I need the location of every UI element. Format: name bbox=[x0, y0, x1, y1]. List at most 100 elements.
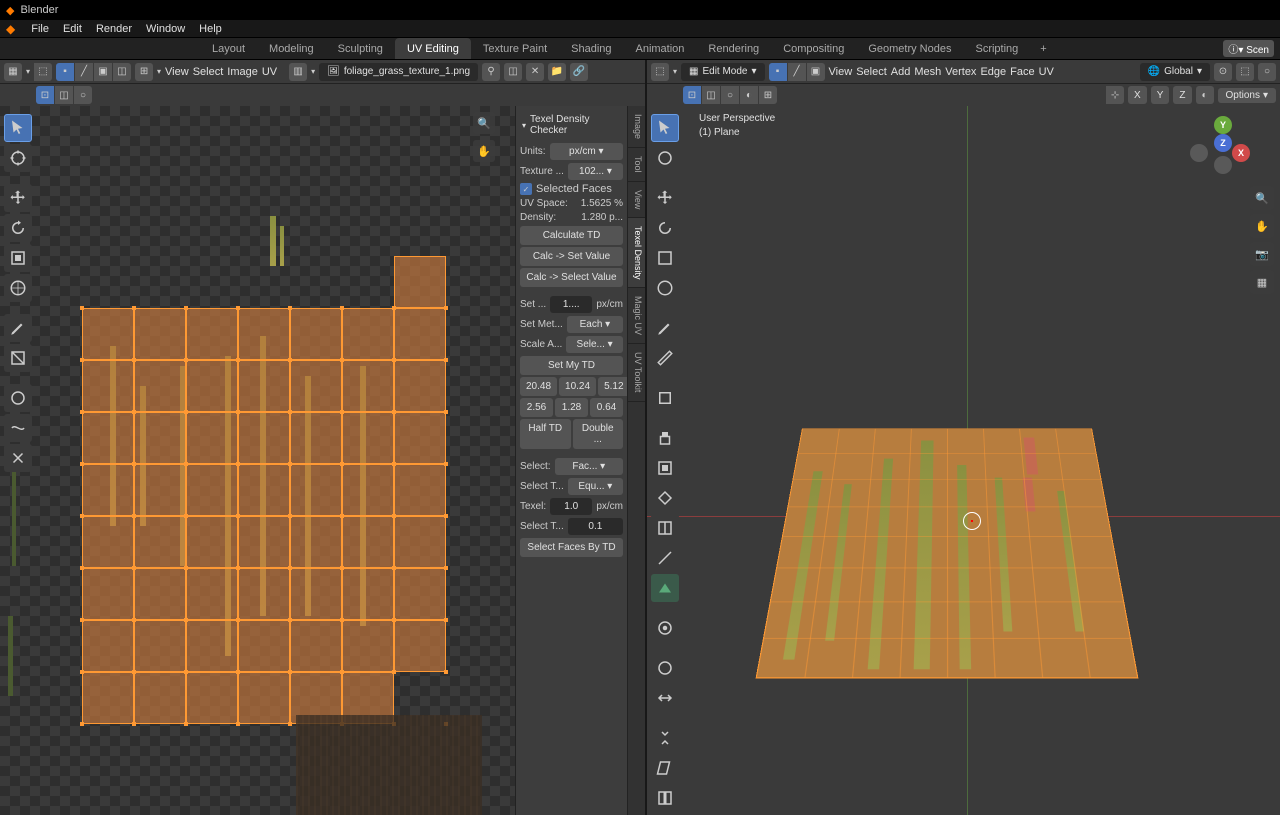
extrude-tool[interactable] bbox=[651, 424, 679, 452]
units-dropdown[interactable]: px/cm ▾ bbox=[550, 143, 623, 160]
texel-value-field[interactable]: 1.0 bbox=[550, 498, 592, 515]
grab-tool[interactable] bbox=[4, 384, 32, 412]
tab-view[interactable]: View bbox=[628, 182, 645, 218]
panel-title[interactable]: ▾ Texel Density Checker bbox=[520, 110, 623, 140]
uv-viewport[interactable]: // generated below bbox=[0, 106, 645, 815]
preset-2-button[interactable]: 2.56 bbox=[520, 398, 553, 417]
menu-window[interactable]: Window bbox=[146, 23, 185, 35]
tab-image[interactable]: Image bbox=[628, 106, 645, 148]
menu-help[interactable]: Help bbox=[199, 23, 222, 35]
add-workspace-button[interactable]: + bbox=[1030, 38, 1056, 59]
editor-type-3d-icon[interactable]: ⬚ bbox=[651, 63, 669, 81]
preset-5-button[interactable]: 5.12 bbox=[598, 377, 629, 396]
tab-sculpting[interactable]: Sculpting bbox=[326, 38, 395, 59]
editor-type-icon[interactable]: ▦ bbox=[4, 63, 22, 81]
island-select-icon[interactable]: ◫ bbox=[113, 63, 131, 81]
tab-texel-density[interactable]: Texel Density bbox=[628, 218, 645, 289]
poly-build-tool[interactable] bbox=[651, 574, 679, 602]
add-cube-tool[interactable] bbox=[651, 384, 679, 412]
relax-tool[interactable] bbox=[4, 414, 32, 442]
selected-faces-checkbox[interactable]: ✓ Selected Faces bbox=[520, 183, 623, 195]
smooth-tool[interactable] bbox=[651, 654, 679, 682]
close-image-icon[interactable]: ✕ bbox=[526, 63, 544, 81]
tab-scripting[interactable]: Scripting bbox=[963, 38, 1030, 59]
annotate-tool-3d[interactable] bbox=[651, 314, 679, 342]
texture-dropdown[interactable]: 102... ▾ bbox=[568, 163, 623, 180]
zoom-icon[interactable]: 🔍 bbox=[1250, 186, 1274, 210]
move-tool[interactable] bbox=[4, 184, 32, 212]
preset-10-button[interactable]: 10.24 bbox=[559, 377, 596, 396]
select-type-dropdown[interactable]: Equ... ▾ bbox=[568, 478, 623, 495]
menu-render[interactable]: Render bbox=[96, 23, 132, 35]
proportional-icon[interactable]: ○ bbox=[74, 86, 92, 104]
orientation-dropdown[interactable]: 🌐 Global ▾ bbox=[1140, 63, 1210, 81]
select-tool[interactable] bbox=[4, 114, 32, 142]
shrink-fatten-tool[interactable] bbox=[651, 724, 679, 752]
uv-menu-uv[interactable]: UV bbox=[262, 66, 277, 78]
axis-y-button[interactable]: Y bbox=[1151, 86, 1170, 104]
tab-shading[interactable]: Shading bbox=[559, 38, 623, 59]
tab-magic-uv[interactable]: Magic UV bbox=[628, 288, 645, 344]
edge-slide-tool[interactable] bbox=[651, 684, 679, 712]
half-td-button[interactable]: Half TD bbox=[520, 419, 571, 449]
shear-tool[interactable] bbox=[651, 754, 679, 782]
preset-20-button[interactable]: 20.48 bbox=[520, 377, 557, 396]
open-image-icon[interactable]: 📁 bbox=[548, 63, 566, 81]
move-tool-3d[interactable] bbox=[651, 184, 679, 212]
tab-uv-toolkit[interactable]: UV Toolkit bbox=[628, 344, 645, 401]
axis-z-button[interactable]: Z bbox=[1173, 86, 1191, 104]
3d-menu-select[interactable]: Select bbox=[856, 66, 887, 78]
inset-tool[interactable] bbox=[651, 454, 679, 482]
snap-icon[interactable]: ◫ bbox=[55, 86, 73, 104]
tab-geometry-nodes[interactable]: Geometry Nodes bbox=[856, 38, 963, 59]
tab-tool[interactable]: Tool bbox=[628, 148, 645, 182]
pan-icon[interactable]: ✋ bbox=[1250, 214, 1274, 238]
gizmo-toggle-icon[interactable]: ⊹ bbox=[1106, 86, 1124, 104]
camera-icon[interactable]: 📷 bbox=[1250, 242, 1274, 266]
cursor-tool-3d[interactable] bbox=[651, 144, 679, 172]
uv-menu-view[interactable]: View bbox=[165, 66, 189, 78]
tab-uv-editing[interactable]: UV Editing bbox=[395, 38, 471, 59]
knife-tool[interactable] bbox=[651, 544, 679, 572]
gizmo-neg-y[interactable] bbox=[1214, 156, 1232, 174]
select-faces-by-td-button[interactable]: Select Faces By TD bbox=[520, 538, 623, 557]
image-browse-icon[interactable]: ▥ bbox=[289, 63, 307, 81]
new-image-icon[interactable]: ◫ bbox=[504, 63, 522, 81]
overlay-toggle-2[interactable]: ◫ bbox=[702, 86, 720, 104]
overlay-toggle-1[interactable]: ⊡ bbox=[683, 86, 701, 104]
pivot-3d-icon[interactable]: ⊙ bbox=[1214, 63, 1232, 81]
set-value-field[interactable]: 1.... bbox=[550, 296, 592, 313]
overlay-toggle-5[interactable]: ⊞ bbox=[759, 86, 777, 104]
vertex-select-icon[interactable]: ▪ bbox=[56, 63, 74, 81]
3d-menu-uv[interactable]: UV bbox=[1039, 66, 1054, 78]
scene-dropdown[interactable]: ⓘ▾ Scen bbox=[1223, 40, 1274, 57]
uv-menu-select[interactable]: Select bbox=[193, 66, 224, 78]
select-dropdown[interactable]: Fac... ▾ bbox=[555, 458, 623, 475]
set-my-td-button[interactable]: Set My TD bbox=[520, 356, 623, 375]
3d-menu-view[interactable]: View bbox=[829, 66, 853, 78]
vertex-mode-icon[interactable]: ▪ bbox=[769, 63, 787, 81]
tab-texture-paint[interactable]: Texture Paint bbox=[471, 38, 559, 59]
3d-menu-face[interactable]: Face bbox=[1010, 66, 1034, 78]
linked-icon[interactable]: 🔗 bbox=[570, 63, 588, 81]
rip-tool[interactable] bbox=[4, 344, 32, 372]
axis-x-button[interactable]: X bbox=[1128, 86, 1147, 104]
image-name-field[interactable]: 🖼 foliage_grass_texture_1.png bbox=[319, 63, 478, 81]
cursor-tool[interactable] bbox=[4, 144, 32, 172]
face-select-icon[interactable]: ▣ bbox=[94, 63, 112, 81]
calc-set-button[interactable]: Calc -> Set Value bbox=[520, 247, 623, 266]
bevel-tool[interactable] bbox=[651, 484, 679, 512]
select-tool-3d[interactable] bbox=[651, 114, 679, 142]
options-dropdown[interactable]: Options ▾ bbox=[1218, 88, 1277, 103]
overlay-toggle-3[interactable]: ○ bbox=[721, 86, 739, 104]
loop-cut-tool[interactable] bbox=[651, 514, 679, 542]
3d-menu-vertex[interactable]: Vertex bbox=[945, 66, 976, 78]
zoom-icon[interactable]: 🔍 bbox=[473, 112, 495, 134]
spin-tool[interactable] bbox=[651, 614, 679, 642]
scale-tool[interactable] bbox=[4, 244, 32, 272]
3d-menu-mesh[interactable]: Mesh bbox=[914, 66, 941, 78]
gizmo-z-axis[interactable]: Z bbox=[1214, 134, 1232, 152]
proportional-3d-icon[interactable]: ○ bbox=[1258, 63, 1276, 81]
transform-tool[interactable] bbox=[4, 274, 32, 302]
edge-mode-icon[interactable]: ╱ bbox=[788, 63, 806, 81]
